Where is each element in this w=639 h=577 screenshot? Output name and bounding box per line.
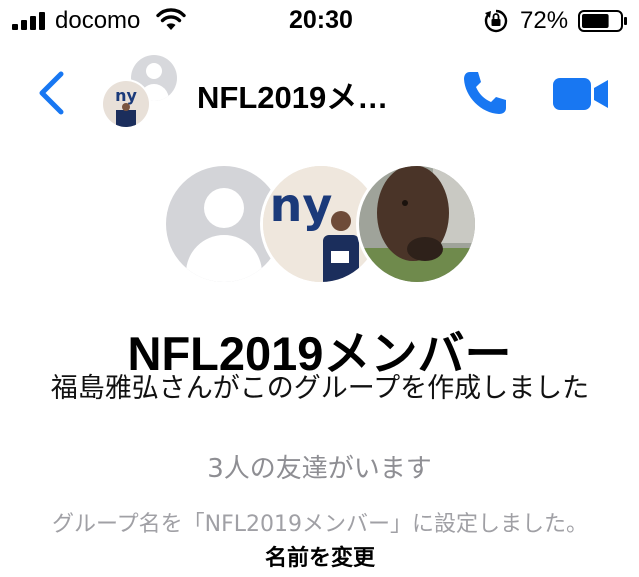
- group-member-avatars[interactable]: ny: [163, 163, 478, 285]
- rotation-lock-icon: [484, 9, 508, 33]
- carrier-name: docomo: [55, 7, 141, 34]
- clock-time: 20:30: [289, 6, 353, 34]
- wifi-icon: [156, 8, 186, 30]
- conversation-title[interactable]: NFL2019メ…: [197, 72, 388, 117]
- svg-text:ny: ny: [115, 86, 137, 105]
- video-camera-icon[interactable]: [553, 76, 609, 112]
- rename-notice-text: グループ名を「NFL2019メンバー」に設定しました。: [51, 512, 589, 537]
- battery-icon: [578, 10, 627, 32]
- back-icon[interactable]: [34, 70, 70, 116]
- phone-icon[interactable]: [460, 68, 510, 118]
- svg-text:ny: ny: [270, 178, 333, 232]
- member-avatar-dog: [356, 163, 478, 285]
- group-created-notice: 福島雅弘さんがこのグループを作成しました: [50, 373, 590, 404]
- battery-percentage: 72%: [520, 7, 569, 34]
- change-name-link[interactable]: 名前を変更: [265, 546, 375, 571]
- status-bar: docomo 20:30 72%: [0, 0, 639, 44]
- giants-player-avatar: ny: [102, 79, 151, 129]
- member-count: 3人の友達がいます: [207, 454, 432, 484]
- rename-notice: グループ名を「NFL2019メンバー」に設定しました。 名前を変更: [40, 508, 600, 576]
- signal-icon: [12, 12, 45, 30]
- group-avatar-small[interactable]: ny: [102, 54, 182, 134]
